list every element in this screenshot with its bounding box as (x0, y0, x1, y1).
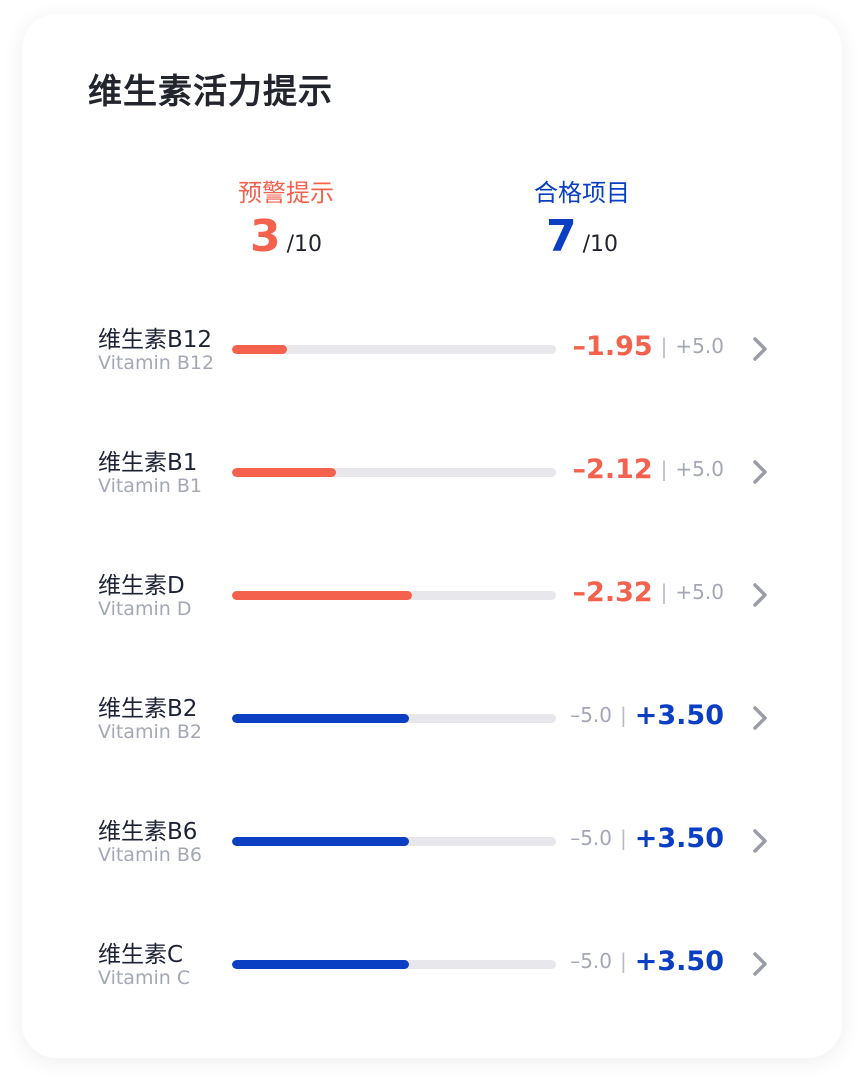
vitamin-value-group: –5.0 | +3.50 (570, 695, 724, 735)
vitamin-name-en: Vitamin B6 (98, 844, 202, 866)
vitamin-bar-fill (232, 837, 409, 846)
vitamin-bar-track (232, 837, 556, 846)
qualified-total: /10 (582, 232, 619, 257)
chevron-right-icon[interactable] (748, 703, 772, 733)
vitamin-bar-track (232, 960, 556, 969)
vitamin-bar-track (232, 714, 556, 723)
vitamin-row-b1[interactable]: 维生素B1 Vitamin B1 –2.12 | +5.0 (0, 435, 864, 515)
vitamin-min: –5.0 (570, 703, 612, 727)
page-title: 维生素活力提示 (88, 72, 333, 112)
chevron-right-icon[interactable] (748, 826, 772, 856)
vitamin-row-d[interactable]: 维生素D Vitamin D –2.32 | +5.0 (0, 558, 864, 638)
vitamin-value: +3.50 (634, 945, 724, 977)
vitamin-bar-fill (232, 468, 336, 477)
vitamin-name-en: Vitamin B1 (98, 475, 202, 497)
qualified-count: 7 (545, 211, 577, 262)
vitamin-bar-fill (232, 960, 409, 969)
vitamin-value: –2.12 (572, 453, 653, 485)
vitamin-bar-fill (232, 591, 412, 600)
vitamin-name-en: Vitamin B2 (98, 721, 202, 743)
vitamin-value: +3.50 (634, 699, 724, 731)
vitamin-name: 维生素D (98, 573, 185, 599)
chevron-right-icon[interactable] (748, 580, 772, 610)
vitamin-name-en: Vitamin D (98, 598, 192, 620)
vitamin-row-b12[interactable]: 维生素B12 Vitamin B12 –1.95 | +5.0 (0, 312, 864, 392)
value-separator: | (660, 334, 668, 358)
warning-label: 预警提示 (238, 179, 334, 207)
vitamin-value-group: –2.32 | +5.0 (573, 572, 724, 612)
vitamin-value-group: –5.0 | +3.50 (570, 818, 724, 858)
vitamin-value-group: –2.12 | +5.0 (573, 449, 724, 489)
warning-summary: 预警提示 3/10 (186, 176, 386, 262)
value-separator: | (620, 949, 627, 973)
vitamin-value: +3.50 (634, 822, 724, 854)
vitamin-max: +5.0 (675, 580, 724, 604)
vitamin-row-b2[interactable]: 维生素B2 Vitamin B2 –5.0 | +3.50 (0, 681, 864, 761)
qualified-count-line: 7/10 (482, 212, 682, 262)
vitamin-value: –2.32 (572, 576, 653, 608)
vitamin-value-group: –5.0 | +3.50 (570, 941, 724, 981)
qualified-summary: 合格项目 7/10 (482, 176, 682, 262)
vitamin-bar-fill (232, 345, 288, 354)
vitamin-name: 维生素B2 (98, 696, 198, 722)
vitamin-row-c[interactable]: 维生素C Vitamin C –5.0 | +3.50 (0, 927, 864, 1007)
vitamin-name: 维生素B12 (98, 327, 213, 353)
vitamin-name: 维生素B1 (98, 450, 198, 476)
chevron-right-icon[interactable] (748, 457, 772, 487)
vitamin-value: –1.95 (572, 330, 653, 362)
vitamin-row-b6[interactable]: 维生素B6 Vitamin B6 –5.0 | +3.50 (0, 804, 864, 884)
vitamin-max: +5.0 (675, 334, 724, 358)
value-separator: | (620, 703, 627, 727)
vitamin-card (22, 14, 842, 1058)
vitamin-bar-track (232, 591, 556, 600)
vitamin-bar-track (232, 468, 556, 477)
value-separator: | (660, 580, 668, 604)
warning-count: 3 (249, 211, 281, 262)
vitamin-name: 维生素B6 (98, 819, 198, 845)
vitamin-name: 维生素C (98, 942, 184, 968)
chevron-right-icon[interactable] (748, 949, 772, 979)
vitamin-bar-fill (232, 714, 409, 723)
value-separator: | (660, 457, 668, 481)
vitamin-max: +5.0 (675, 457, 724, 481)
vitamin-min: –5.0 (570, 826, 612, 850)
warning-count-line: 3/10 (186, 212, 386, 262)
chevron-right-icon[interactable] (748, 334, 772, 364)
vitamin-bar-track (232, 345, 556, 354)
vitamin-name-en: Vitamin C (98, 967, 191, 989)
value-separator: | (620, 826, 627, 850)
warning-total: /10 (286, 232, 323, 257)
vitamin-name-en: Vitamin B12 (98, 352, 215, 374)
vitamin-value-group: –1.95 | +5.0 (573, 326, 724, 366)
vitamin-min: –5.0 (570, 949, 612, 973)
qualified-label: 合格项目 (534, 179, 630, 207)
